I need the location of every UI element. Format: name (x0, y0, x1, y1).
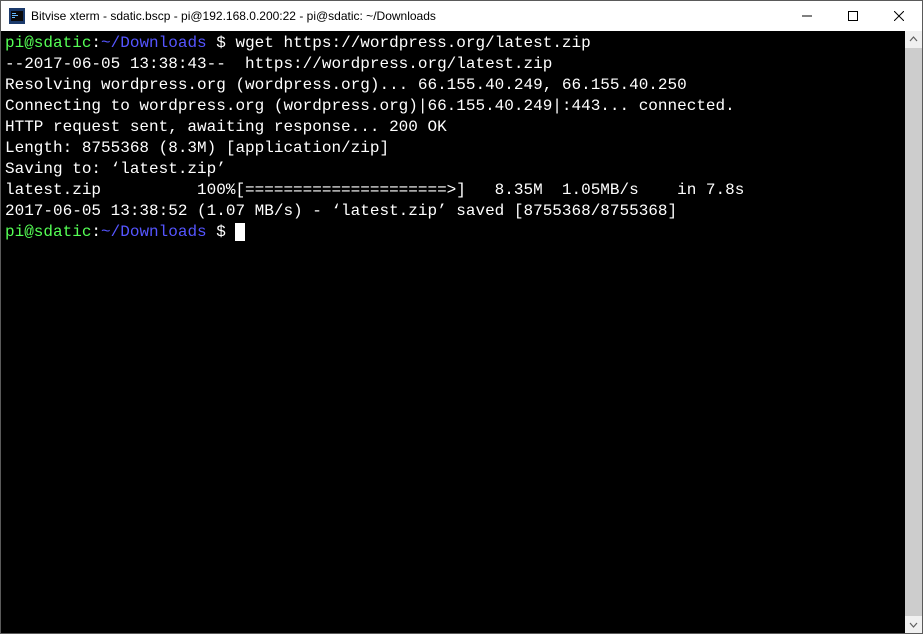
prompt-colon: : (91, 223, 101, 241)
minimize-icon (802, 11, 812, 21)
close-icon (894, 11, 904, 21)
prompt-path: ~/Downloads (101, 34, 207, 52)
terminal-line: pi@sdatic:~/Downloads $ (5, 222, 905, 243)
terminal[interactable]: pi@sdatic:~/Downloads $ wget https://wor… (1, 31, 905, 633)
chevron-up-icon (909, 35, 918, 44)
minimize-button[interactable] (784, 1, 830, 31)
scroll-track[interactable] (905, 48, 922, 616)
prompt-user-host: pi@sdatic (5, 223, 91, 241)
terminal-progress-line: latest.zip 100%[=====================>] … (5, 180, 905, 201)
terminal-line: pi@sdatic:~/Downloads $ wget https://wor… (5, 33, 905, 54)
scroll-thumb[interactable] (905, 48, 922, 616)
window-title: Bitvise xterm - sdatic.bscp - pi@192.168… (31, 9, 784, 23)
cursor (235, 223, 245, 241)
scroll-down-button[interactable] (905, 616, 922, 633)
prompt-symbol: $ (207, 34, 236, 52)
terminal-line: HTTP request sent, awaiting response... … (5, 117, 905, 138)
prompt-user-host: pi@sdatic (5, 34, 91, 52)
terminal-line: --2017-06-05 13:38:43-- https://wordpres… (5, 54, 905, 75)
terminal-line: Saving to: ‘latest.zip’ (5, 159, 905, 180)
terminal-line: Resolving wordpress.org (wordpress.org).… (5, 75, 905, 96)
scroll-up-button[interactable] (905, 31, 922, 48)
terminal-line: Length: 8755368 (8.3M) [application/zip] (5, 138, 905, 159)
command-text: wget https://wordpress.org/latest.zip (235, 34, 590, 52)
maximize-button[interactable] (830, 1, 876, 31)
vertical-scrollbar[interactable] (905, 31, 922, 633)
window-control-buttons (784, 1, 922, 31)
prompt-colon: : (91, 34, 101, 52)
terminal-line: Connecting to wordpress.org (wordpress.o… (5, 96, 905, 117)
titlebar[interactable]: Bitvise xterm - sdatic.bscp - pi@192.168… (1, 1, 922, 31)
close-button[interactable] (876, 1, 922, 31)
terminal-line: 2017-06-05 13:38:52 (1.07 MB/s) - ‘lates… (5, 201, 905, 222)
client-area: pi@sdatic:~/Downloads $ wget https://wor… (1, 31, 922, 633)
prompt-symbol: $ (207, 223, 236, 241)
app-icon (9, 8, 25, 24)
app-window: Bitvise xterm - sdatic.bscp - pi@192.168… (0, 0, 923, 634)
maximize-icon (848, 11, 858, 21)
chevron-down-icon (909, 620, 918, 629)
prompt-path: ~/Downloads (101, 223, 207, 241)
